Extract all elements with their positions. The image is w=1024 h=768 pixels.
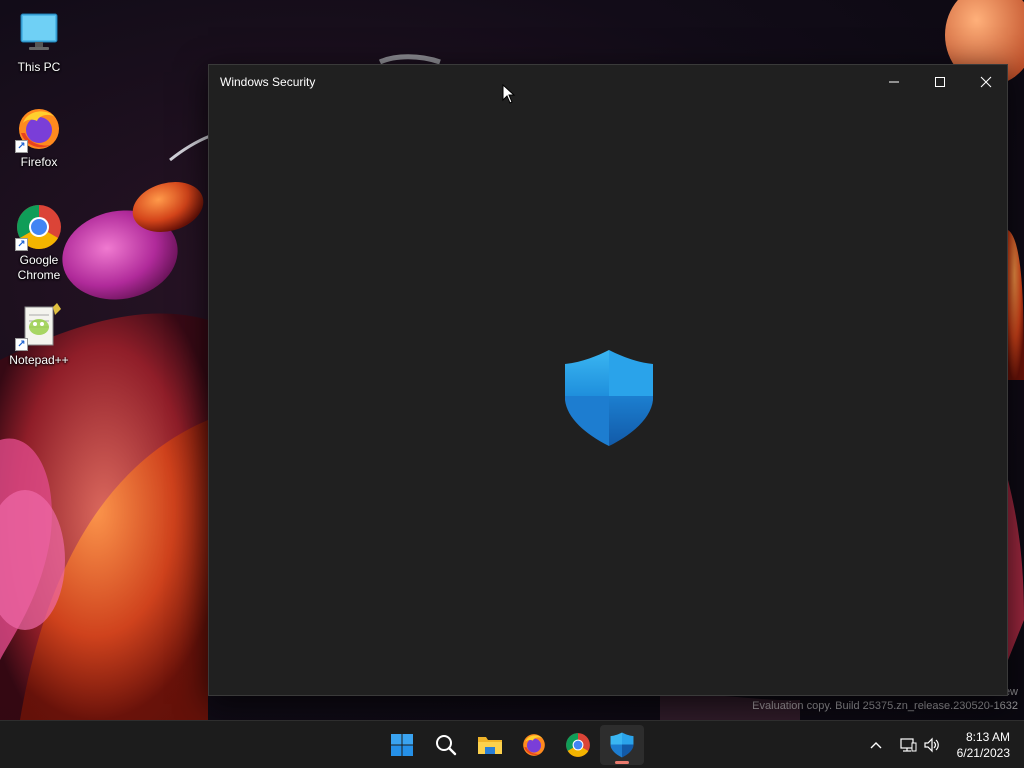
shortcut-arrow-icon: ↗ [15,338,28,351]
tray-overflow-button[interactable] [864,721,888,768]
close-icon [980,76,992,88]
windows-start-icon [391,734,413,756]
minimize-button[interactable] [871,65,917,99]
taskbar-clock[interactable]: 8:13 AM 6/21/2023 [944,729,1024,761]
firefox-icon [523,734,545,756]
maximize-icon [935,77,945,87]
chrome-icon [566,733,590,757]
desktop-icon-label: Google Chrome [17,253,61,282]
desktop-icon-label: Firefox [20,155,58,169]
tray-network-button[interactable] [896,721,920,768]
file-explorer-icon [478,737,502,754]
taskbar-search-button[interactable] [424,721,468,768]
window-title: Windows Security [220,75,316,89]
firefox-icon: ↗ [15,105,63,153]
shortcut-arrow-icon: ↗ [15,140,28,153]
mouse-cursor-icon [502,83,516,109]
windows-security-shield-icon [563,350,655,446]
taskbar-start-button[interactable] [380,721,424,768]
windows-security-window[interactable]: Windows Security [208,64,1008,696]
clock-time: 8:13 AM [965,730,1010,744]
this-pc-icon [15,10,63,58]
taskbar-apps [380,721,644,768]
desktop-icon-label: Notepad++ [9,353,69,367]
taskbar-chrome-button[interactable] [556,721,600,768]
clock-date: 6/21/2023 [956,746,1010,760]
desktop-icon-firefox[interactable]: ↗ Firefox [4,105,74,170]
title-bar[interactable]: Windows Security [209,65,1007,99]
taskbar-windows-security-button[interactable] [600,725,644,765]
volume-icon [924,737,939,753]
search-icon [436,735,457,756]
network-icon [900,738,917,752]
maximize-button[interactable] [917,65,963,99]
tray-volume-button[interactable] [920,721,944,768]
chevron-up-icon [870,742,882,749]
taskbar-firefox-button[interactable] [512,721,556,768]
desktop-icon-label: This PC [17,60,61,74]
close-button[interactable] [963,65,1009,99]
shortcut-arrow-icon: ↗ [15,238,28,251]
desktop-icon-this-pc[interactable]: This PC [4,10,74,75]
system-tray: 8:13 AM 6/21/2023 [864,721,1024,768]
taskbar: 8:13 AM 6/21/2023 [0,720,1024,768]
minimize-icon [889,81,899,83]
desktop-icon-chrome[interactable]: ↗ Google Chrome [4,203,74,283]
notepad-plus-plus-icon: ↗ [15,303,63,351]
chrome-icon: ↗ [15,203,63,251]
windows-security-shield-icon [610,732,634,758]
taskbar-file-explorer-button[interactable] [468,721,512,768]
desktop-icon-notepad-plus-plus[interactable]: ↗ Notepad++ [4,303,74,368]
evaluation-watermark: Evaluation copy. Build 25375.zn_release.… [752,700,1018,712]
active-app-indicator [615,761,629,764]
